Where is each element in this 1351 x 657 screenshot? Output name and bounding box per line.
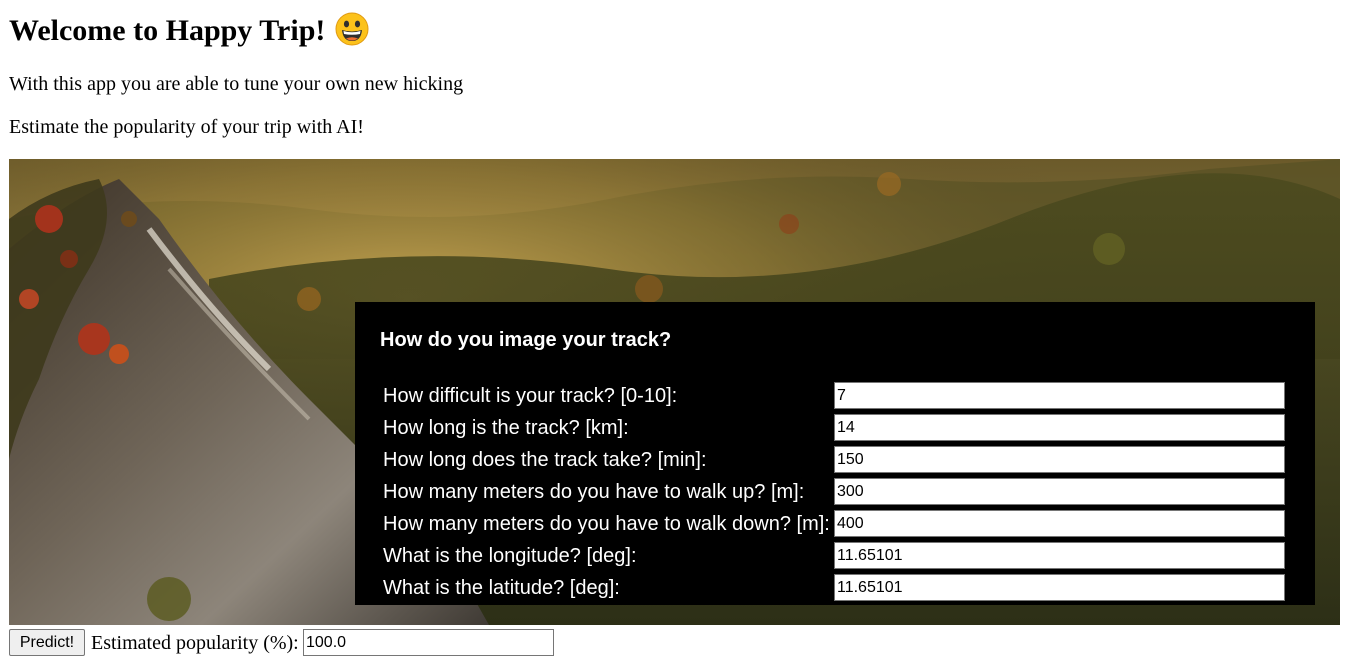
difficulty-input[interactable] — [834, 382, 1285, 409]
length-input[interactable] — [834, 414, 1285, 441]
form-row-ascent: How many meters do you have to walk up? … — [383, 478, 1293, 506]
form-row-descent: How many meters do you have to walk down… — [383, 510, 1293, 538]
intro-subtext: Estimate the popularity of your trip wit… — [9, 116, 364, 138]
page-title: Welcome to Happy Trip! — [9, 11, 369, 51]
latitude-input[interactable] — [834, 574, 1285, 601]
form-row-latitude: What is the latitude? [deg]: — [383, 574, 1293, 602]
duration-input[interactable] — [834, 446, 1285, 473]
latitude-label: What is the latitude? [deg]: — [383, 577, 620, 599]
longitude-input[interactable] — [834, 542, 1285, 569]
length-label: How long is the track? [km]: — [383, 417, 629, 439]
predict-button[interactable]: Predict! — [9, 629, 85, 656]
descent-label: How many meters do you have to walk down… — [383, 513, 830, 535]
longitude-label: What is the longitude? [deg]: — [383, 545, 637, 567]
popularity-label: Estimated popularity (%): — [91, 632, 299, 654]
track-form-panel: How do you image your track? How difficu… — [355, 302, 1315, 605]
ascent-input[interactable] — [834, 478, 1285, 505]
form-row-duration: How long does the track take? [min]: — [383, 446, 1293, 474]
form-row-length: How long is the track? [km]: — [383, 414, 1293, 442]
hero-mountain-image: How do you image your track? How difficu… — [9, 159, 1340, 625]
ascent-label: How many meters do you have to walk up? … — [383, 481, 805, 503]
form-row-difficulty: How difficult is your track? [0-10]: — [383, 382, 1293, 410]
difficulty-label: How difficult is your track? [0-10]: — [383, 385, 678, 407]
descent-input[interactable] — [834, 510, 1285, 537]
form-row-longitude: What is the longitude? [deg]: — [383, 542, 1293, 570]
popularity-output[interactable] — [303, 629, 554, 656]
duration-label: How long does the track take? [min]: — [383, 449, 707, 471]
form-title: How do you image your track? — [380, 329, 672, 351]
page-title-text: Welcome to Happy Trip! — [9, 14, 326, 47]
intro-text: With this app you are able to tune your … — [9, 73, 464, 95]
grinning-face-emoji-icon — [335, 12, 369, 46]
